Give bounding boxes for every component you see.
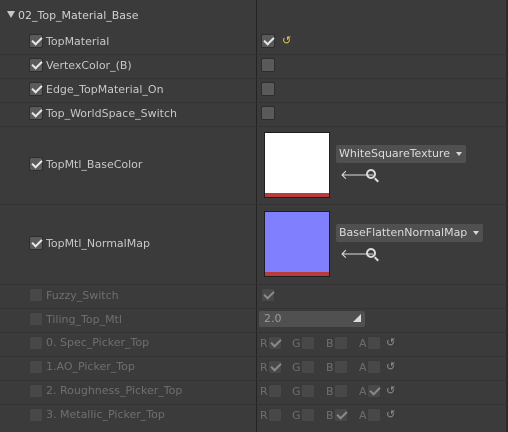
browse-magnifier-icon[interactable] bbox=[364, 168, 380, 184]
chevron-down-icon bbox=[455, 152, 462, 156]
channel-a-label: A bbox=[359, 361, 367, 374]
override-checkbox[interactable] bbox=[29, 34, 43, 48]
tiling-value: 2.0 bbox=[264, 312, 282, 325]
value-checkbox[interactable] bbox=[261, 82, 275, 96]
texture-asset-dropdown[interactable]: WhiteSquareTexture bbox=[336, 145, 466, 163]
override-checkbox[interactable] bbox=[29, 157, 43, 171]
category-header[interactable]: 02_Top_Material_Base bbox=[0, 6, 508, 26]
channel-g-label: G bbox=[292, 337, 301, 350]
use-selected-arrow-icon[interactable]: 🡐 bbox=[340, 168, 375, 184]
channel-r-label: R bbox=[260, 385, 268, 398]
channel-r-checkbox[interactable] bbox=[268, 336, 282, 350]
channel-r-checkbox[interactable] bbox=[268, 384, 282, 398]
channel-a-checkbox[interactable] bbox=[367, 360, 381, 374]
param-label: TopMtl_BaseColor bbox=[46, 158, 143, 171]
override-checkbox[interactable] bbox=[29, 312, 43, 326]
chevron-down-icon[interactable] bbox=[7, 11, 15, 18]
channel-r-label: R bbox=[260, 337, 268, 350]
param-row-vertex-color: VertexColor_(B) bbox=[0, 54, 508, 78]
override-checkbox[interactable] bbox=[29, 58, 43, 72]
override-checkbox[interactable] bbox=[29, 336, 43, 350]
param-label: 0. Spec_Picker_Top bbox=[46, 336, 150, 349]
param-label: Fuzzy_Switch bbox=[46, 289, 119, 302]
channel-a-label: A bbox=[359, 409, 367, 422]
param-label: VertexColor_(B) bbox=[46, 59, 132, 72]
param-row-normal-map: TopMtl_NormalMap bbox=[0, 204, 508, 284]
channel-a-label: A bbox=[359, 385, 367, 398]
param-row-base-color: TopMtl_BaseColor bbox=[0, 126, 508, 204]
override-checkbox[interactable] bbox=[29, 82, 43, 96]
channel-a-checkbox[interactable] bbox=[367, 384, 381, 398]
category-title: 02_Top_Material_Base bbox=[18, 9, 139, 22]
channel-b-checkbox[interactable] bbox=[334, 408, 348, 422]
override-checkbox[interactable] bbox=[29, 384, 43, 398]
channel-g-label: G bbox=[292, 385, 301, 398]
reset-to-default-icon[interactable]: ↺ bbox=[386, 360, 395, 373]
override-checkbox[interactable] bbox=[29, 106, 43, 120]
param-label: TopMtl_NormalMap bbox=[46, 237, 150, 250]
value-checkbox[interactable] bbox=[261, 288, 275, 302]
channel-b-checkbox[interactable] bbox=[334, 384, 348, 398]
param-label: 3. Metallic_Picker_Top bbox=[46, 408, 165, 421]
param-label: 1.AO_Picker_Top bbox=[46, 360, 135, 373]
channel-a-checkbox[interactable] bbox=[367, 408, 381, 422]
param-label: Top_WorldSpace_Switch bbox=[46, 107, 177, 120]
details-panel: 02_Top_Material_Base TopMaterial ↺ Verte… bbox=[0, 0, 508, 432]
browse-magnifier-icon[interactable] bbox=[364, 247, 380, 263]
channel-r-checkbox[interactable] bbox=[268, 408, 282, 422]
override-checkbox[interactable] bbox=[29, 236, 43, 250]
channel-r-label: R bbox=[260, 409, 268, 422]
param-row-worldspace-switch: Top_WorldSpace_Switch bbox=[0, 102, 508, 126]
param-label: Tiling_Top_Mtl bbox=[46, 313, 122, 326]
drag-handle-icon[interactable] bbox=[353, 314, 361, 322]
channel-a-checkbox[interactable] bbox=[367, 336, 381, 350]
param-row-ao-picker: 1.AO_Picker_Top R G B A ↺ bbox=[0, 356, 508, 380]
param-label: Edge_TopMaterial_On bbox=[46, 83, 164, 96]
param-row-fuzzy-switch: Fuzzy_Switch bbox=[0, 284, 508, 308]
texture-strip bbox=[265, 272, 329, 276]
channel-b-label: B bbox=[326, 361, 334, 374]
texture-asset-dropdown[interactable]: BaseFlattenNormalMap bbox=[336, 224, 484, 242]
param-row-tiling: Tiling_Top_Mtl 2.0 bbox=[0, 308, 508, 332]
param-label: TopMaterial bbox=[46, 35, 110, 48]
texture-asset-name: WhiteSquareTexture bbox=[339, 147, 450, 160]
override-checkbox[interactable] bbox=[29, 360, 43, 374]
chevron-down-icon bbox=[473, 231, 480, 235]
channel-g-checkbox[interactable] bbox=[301, 360, 315, 374]
texture-thumbnail[interactable] bbox=[264, 211, 330, 277]
channel-r-label: R bbox=[260, 361, 268, 374]
use-selected-arrow-icon[interactable]: 🡐 bbox=[340, 247, 375, 263]
texture-strip bbox=[265, 193, 329, 197]
channel-g-checkbox[interactable] bbox=[301, 336, 315, 350]
value-checkbox[interactable] bbox=[261, 34, 275, 48]
channel-b-checkbox[interactable] bbox=[334, 336, 348, 350]
param-row-edge-top-material: Edge_TopMaterial_On bbox=[0, 78, 508, 102]
channel-b-label: B bbox=[326, 337, 334, 350]
value-checkbox[interactable] bbox=[261, 58, 275, 72]
texture-asset-name: BaseFlattenNormalMap bbox=[339, 226, 468, 239]
channel-b-checkbox[interactable] bbox=[334, 360, 348, 374]
param-row-roughness-picker: 2. Roughness_Picker_Top R G B A ↺ bbox=[0, 380, 508, 404]
override-checkbox[interactable] bbox=[29, 408, 43, 422]
reset-to-default-icon[interactable]: ↺ bbox=[282, 34, 291, 47]
channel-a-label: A bbox=[359, 337, 367, 350]
param-row-spec-picker: 0. Spec_Picker_Top R G B A ↺ bbox=[0, 332, 508, 356]
channel-r-checkbox[interactable] bbox=[268, 360, 282, 374]
tiling-value-input[interactable]: 2.0 bbox=[259, 311, 365, 327]
param-row-metallic-picker: 3. Metallic_Picker_Top R G B A ↺ bbox=[0, 404, 508, 428]
channel-b-label: B bbox=[326, 409, 334, 422]
reset-to-default-icon[interactable]: ↺ bbox=[386, 408, 395, 421]
channel-b-label: B bbox=[326, 385, 334, 398]
value-checkbox[interactable] bbox=[261, 106, 275, 120]
texture-thumbnail[interactable] bbox=[264, 132, 330, 198]
param-label: 2. Roughness_Picker_Top bbox=[46, 384, 183, 397]
channel-g-checkbox[interactable] bbox=[301, 408, 315, 422]
channel-g-label: G bbox=[292, 361, 301, 374]
override-checkbox[interactable] bbox=[29, 288, 43, 302]
reset-to-default-icon[interactable]: ↺ bbox=[386, 384, 395, 397]
reset-to-default-icon[interactable]: ↺ bbox=[386, 336, 395, 349]
channel-g-label: G bbox=[292, 409, 301, 422]
param-row-top-material: TopMaterial ↺ bbox=[0, 30, 508, 54]
channel-g-checkbox[interactable] bbox=[301, 384, 315, 398]
